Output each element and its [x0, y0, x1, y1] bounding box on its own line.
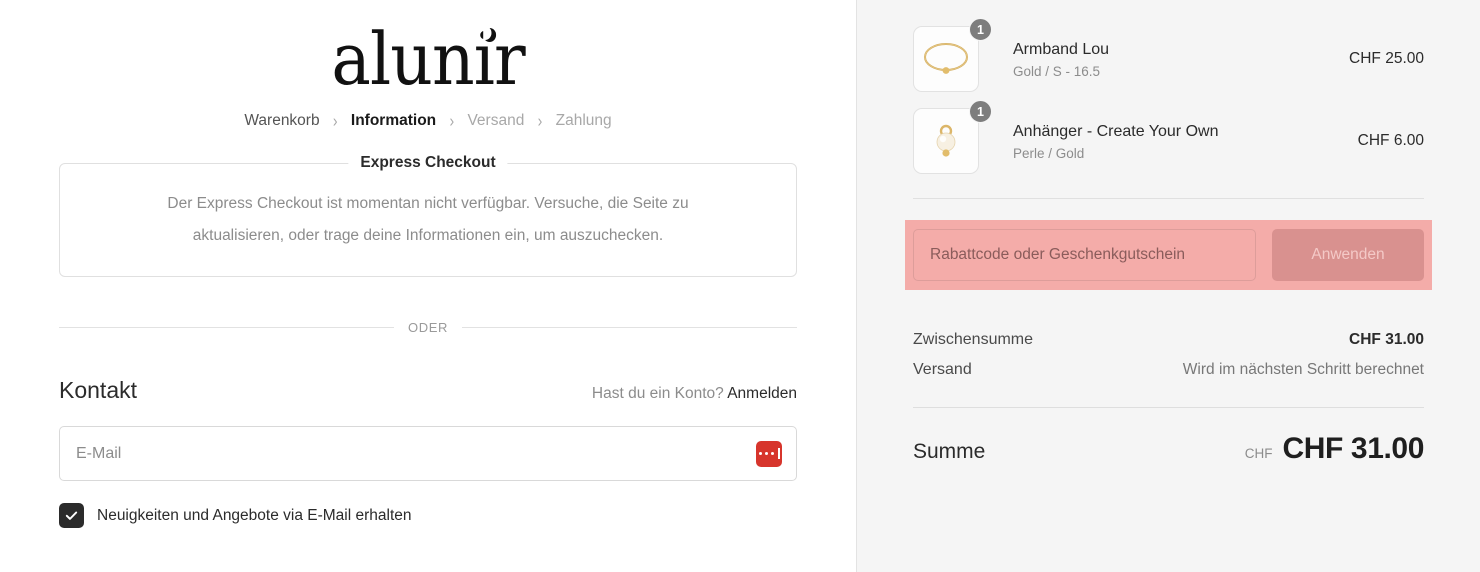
- order-item-title: Anhänger - Create Your Own: [1013, 123, 1219, 140]
- order-item-info: Anhänger - Create Your Own Perle / Gold: [995, 121, 1358, 161]
- subtotal-value: CHF 31.00: [1349, 331, 1424, 348]
- breadcrumb: Warenkorb › Information › Versand › Zahl…: [59, 110, 797, 131]
- apply-discount-button[interactable]: Anwenden: [1272, 229, 1424, 281]
- order-item-price: CHF 25.00: [1349, 50, 1424, 67]
- subtotal-label: Zwischensumme: [913, 331, 1034, 348]
- discount-code-placeholder: Rabattcode oder Geschenkgutschein: [930, 246, 1186, 263]
- breadcrumb-separator-icon: ›: [332, 110, 338, 130]
- grand-total-currency: CHF: [1244, 446, 1273, 461]
- breadcrumb-item-information[interactable]: Information: [351, 112, 436, 129]
- checkout-page: alunir Warenkorb › Information › Versand…: [0, 0, 1480, 572]
- account-login-prompt: Hast du ein Konto? Anmelden: [592, 385, 797, 403]
- express-checkout-message: Der Express Checkout ist momentan nicht …: [167, 195, 689, 244]
- pearl-pendant-thumbnail: [913, 108, 979, 174]
- quantity-badge: 1: [969, 18, 992, 41]
- brand-logo[interactable]: alunir: [59, 16, 797, 108]
- newsletter-checkbox[interactable]: [59, 503, 84, 528]
- breadcrumb-separator-icon: ›: [449, 110, 455, 130]
- gold-bracelet-thumbnail: [913, 26, 979, 92]
- grand-total-label: Summe: [913, 440, 986, 463]
- contact-section-header: Kontakt Hast du ein Konto? Anmelden: [59, 377, 797, 404]
- shipping-row: Versand Wird im nächsten Schritt berechn…: [913, 355, 1424, 385]
- order-item-title: Armband Lou: [1013, 41, 1110, 58]
- grand-total-value: CHF 31.00: [1282, 432, 1425, 465]
- order-item-variant: Gold / S - 16.5: [1013, 64, 1101, 79]
- or-divider: ODER: [59, 320, 797, 335]
- breadcrumb-separator-icon: ›: [537, 110, 543, 130]
- email-input-placeholder: E-Mail: [76, 444, 122, 462]
- summary-divider: [913, 198, 1424, 199]
- order-item-price: CHF 6.00: [1357, 132, 1424, 149]
- divider-label: ODER: [408, 320, 448, 335]
- product-thumbnail-wrap: 1: [913, 18, 995, 92]
- discount-code-section: Rabattcode oder Geschenkgutschein Anwend…: [905, 220, 1432, 290]
- order-item: 1 Anhänger - Create Your Own Perle / Gol…: [913, 100, 1424, 182]
- quantity-badge: 1: [969, 100, 992, 123]
- breadcrumb-item-warenkorb[interactable]: Warenkorb: [244, 112, 319, 129]
- login-link[interactable]: Anmelden: [727, 385, 797, 402]
- shipping-value: Wird im nächsten Schritt berechnet: [1182, 361, 1424, 378]
- order-item-variant: Perle / Gold: [1013, 146, 1085, 161]
- express-checkout-panel: Express Checkout Der Express Checkout is…: [59, 154, 797, 277]
- discount-code-input[interactable]: Rabattcode oder Geschenkgutschein: [913, 229, 1256, 281]
- grand-total-row: Summe CHF CHF 31.00: [913, 432, 1424, 466]
- order-items-list: 1 Armband Lou Gold / S - 16.5 CHF 25.00: [913, 0, 1424, 182]
- breadcrumb-item-zahlung: Zahlung: [555, 112, 612, 129]
- order-item: 1 Armband Lou Gold / S - 16.5 CHF 25.00: [913, 18, 1424, 100]
- newsletter-checkbox-row[interactable]: Neuigkeiten und Angebote via E-Mail erha…: [59, 503, 797, 528]
- order-totals: Zwischensumme CHF 31.00 Versand Wird im …: [913, 325, 1424, 466]
- checkout-main-column: alunir Warenkorb › Information › Versand…: [0, 0, 856, 572]
- subtotal-row: Zwischensumme CHF 31.00: [913, 325, 1424, 355]
- grand-total-amount: CHF CHF 31.00: [1244, 432, 1425, 466]
- breadcrumb-item-versand: Versand: [467, 112, 525, 129]
- divider-line-left: [59, 327, 395, 328]
- express-checkout-title: Express Checkout: [348, 154, 508, 172]
- order-item-info: Armband Lou Gold / S - 16.5: [995, 39, 1349, 79]
- totals-divider: [913, 407, 1424, 408]
- crescent-moon-icon: [483, 28, 497, 43]
- shipping-label: Versand: [913, 361, 972, 378]
- lastpass-icon[interactable]: [756, 440, 782, 467]
- product-thumbnail-wrap: 1: [913, 100, 995, 174]
- account-prompt-text: Hast du ein Konto?: [591, 385, 724, 402]
- divider-line-right: [461, 327, 797, 328]
- order-summary-panel: 1 Armband Lou Gold / S - 16.5 CHF 25.00: [856, 0, 1480, 572]
- email-field[interactable]: E-Mail: [59, 426, 797, 481]
- contact-title: Kontakt: [59, 377, 137, 403]
- newsletter-checkbox-label: Neuigkeiten und Angebote via E-Mail erha…: [97, 506, 412, 524]
